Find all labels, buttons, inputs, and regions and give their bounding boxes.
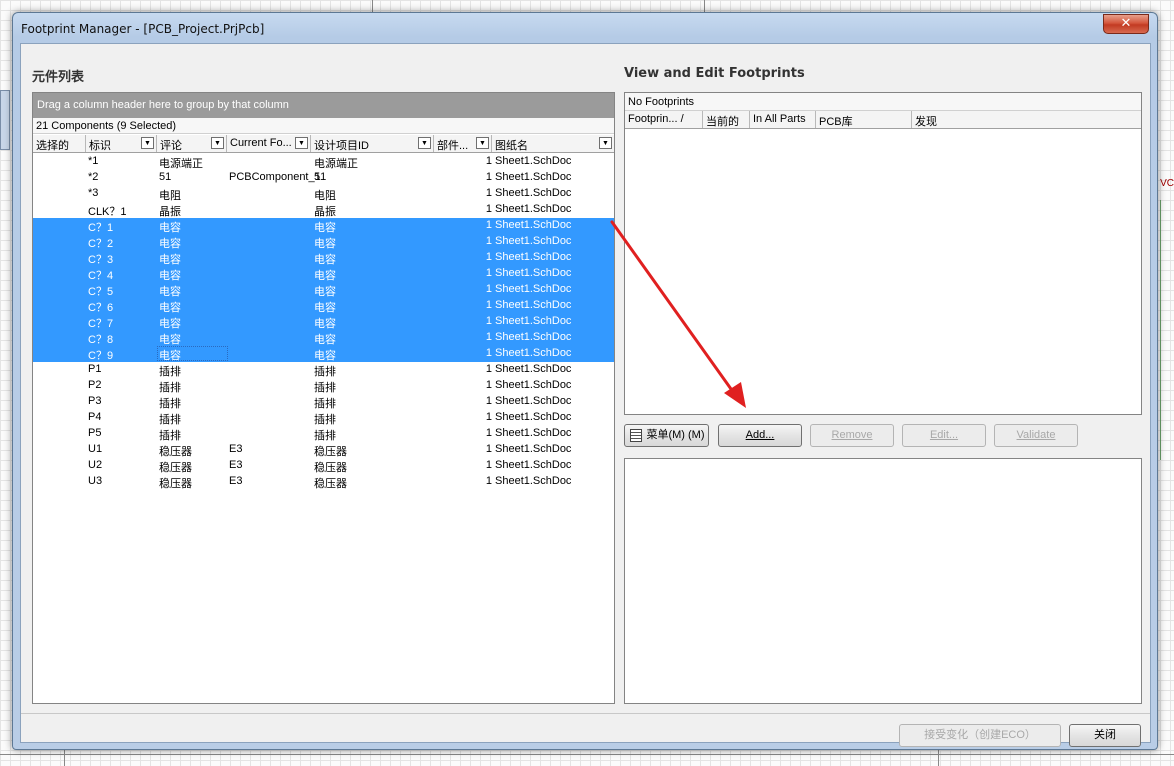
annotation-arrow-line (610, 220, 738, 398)
annotation-arrow-overlay (610, 220, 746, 408)
